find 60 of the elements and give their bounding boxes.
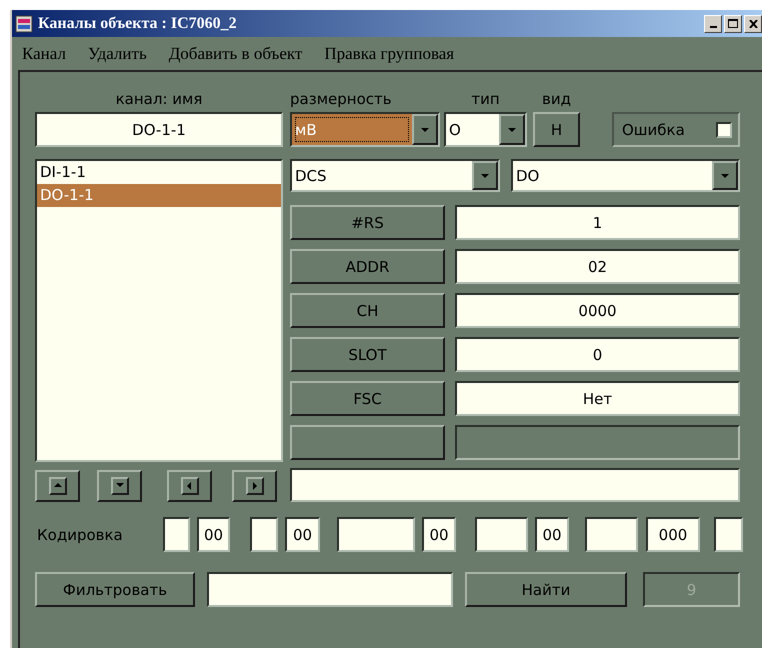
code-field[interactable]: 00	[535, 517, 569, 552]
view-label: вид	[542, 90, 571, 108]
close-icon	[748, 20, 758, 28]
parameter-value-field[interactable]: 0	[455, 337, 740, 372]
code-field[interactable]	[475, 517, 528, 552]
code-field[interactable]	[714, 517, 743, 552]
app-icon	[15, 14, 33, 32]
menu-item[interactable]: Удалить	[88, 44, 147, 64]
error-label: Ошибка	[622, 120, 685, 138]
type-dropdown[interactable]: O	[446, 114, 499, 145]
view-button[interactable]: Н	[533, 112, 580, 147]
channel-name-field[interactable]: DO-1-1	[35, 112, 283, 147]
code-field[interactable]: 00	[422, 517, 456, 552]
parameter-button[interactable]: SLOT	[290, 337, 445, 372]
parameter-button[interactable]: FSC	[290, 381, 445, 416]
find-button[interactable]: Найти	[465, 572, 627, 607]
dropdown-button[interactable]	[472, 161, 498, 190]
scroll-up-button[interactable]	[35, 470, 80, 502]
menu-item[interactable]: Добавить в объект	[168, 44, 302, 64]
scroll-right-button[interactable]	[232, 470, 277, 502]
dropdown-button[interactable]	[499, 114, 525, 145]
type-label: тип	[471, 90, 500, 108]
signal-dropdown[interactable]: DO	[513, 161, 712, 190]
coding-label: Кодировка	[37, 526, 124, 544]
window-title: Каналы объекта : IC7060_2	[38, 14, 237, 32]
dimension-label: размерность	[290, 90, 393, 108]
parameter-button[interactable]: ADDR	[290, 249, 445, 284]
code-field[interactable]	[163, 517, 190, 552]
menu-item[interactable]: Канал	[22, 44, 66, 64]
scroll-down-button[interactable]	[97, 470, 142, 502]
parameter-value-field[interactable]: 1	[455, 205, 740, 240]
minimize-button[interactable]	[704, 14, 722, 32]
filter-button[interactable]: Фильтровать	[35, 572, 195, 607]
close-button[interactable]	[744, 14, 762, 32]
code-field[interactable]: 000	[646, 517, 700, 552]
maximize-button[interactable]	[724, 14, 742, 32]
error-checkbox[interactable]	[716, 122, 732, 138]
dropdown-button[interactable]	[412, 114, 438, 145]
minimize-icon	[710, 26, 716, 28]
scroll-left-button[interactable]	[167, 470, 212, 502]
channel-list-item[interactable]: DI-1-1	[37, 161, 281, 184]
code-field[interactable]: 00	[197, 517, 230, 552]
maximize-icon	[728, 19, 738, 28]
parameter-button[interactable]: CH	[290, 293, 445, 328]
code-field[interactable]	[337, 517, 415, 552]
parameter-button[interactable]: #RS	[290, 205, 445, 240]
description-field[interactable]	[290, 468, 740, 502]
name-label: канал: имя	[116, 90, 202, 108]
menu-item[interactable]: Правка групповая	[324, 44, 454, 64]
system-dropdown[interactable]: DCS	[292, 161, 472, 190]
code-field[interactable]	[250, 517, 278, 552]
dimension-dropdown[interactable]: мВ	[292, 114, 412, 145]
parameter-value-field[interactable]: Нет	[455, 381, 740, 416]
code-field[interactable]: 00	[285, 517, 320, 552]
dropdown-button[interactable]	[712, 161, 738, 190]
code-field[interactable]	[585, 517, 638, 552]
filter-field[interactable]	[207, 572, 453, 607]
parameter-value-field[interactable]: 02	[455, 249, 740, 284]
parameter-value-field[interactable]: 0000	[455, 293, 740, 328]
channel-list-item[interactable]: DO-1-1	[37, 184, 281, 207]
